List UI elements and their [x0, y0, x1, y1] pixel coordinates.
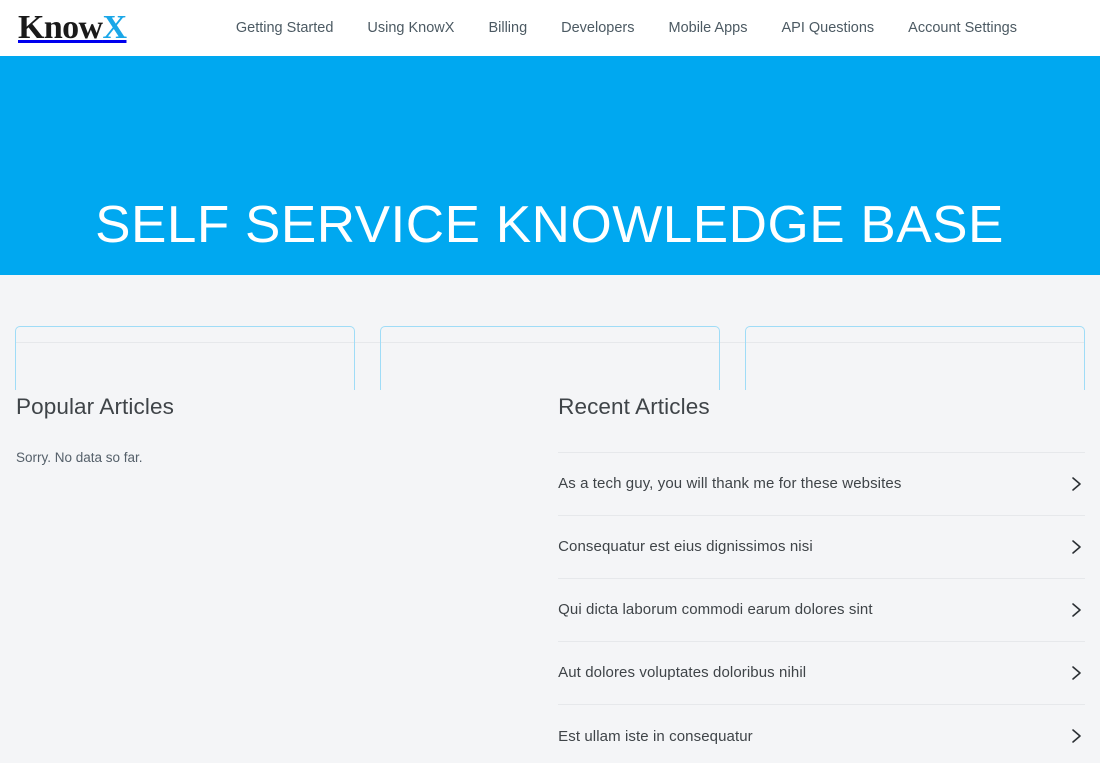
hero-banner: SELF SERVICE KNOWLEDGE BASE — [0, 56, 1100, 390]
feature-card-3-body — [746, 327, 1084, 390]
list-item[interactable]: Consequatur est eius dignissimos nisi — [558, 516, 1085, 579]
nav-item-mobile-apps[interactable]: Mobile Apps — [651, 14, 764, 42]
chevron-right-icon — [1067, 601, 1085, 619]
feature-card-1-body — [16, 327, 354, 390]
nav-item-api-questions[interactable]: API Questions — [764, 14, 891, 42]
main-content: Popular Articles Sorry. No data so far. … — [0, 394, 1100, 763]
brand-logo-primary: Know — [18, 9, 103, 46]
main-navigation: Getting Started Using KnowX Billing Deve… — [219, 14, 1084, 42]
article-title: Est ullam iste in consequatur — [558, 727, 753, 745]
popular-articles-empty-message: Sorry. No data so far. — [16, 449, 143, 465]
article-title: Consequatur est eius dignissimos nisi — [558, 538, 813, 555]
recent-articles-heading: Recent Articles — [558, 394, 710, 419]
nav-item-getting-started[interactable]: Getting Started — [219, 14, 351, 42]
brand-logo[interactable]: KnowX — [18, 9, 128, 46]
article-title: Aut dolores voluptates doloribus nihil — [558, 664, 807, 681]
nav-item-using-knowx[interactable]: Using KnowX — [350, 14, 471, 42]
brand-logo-accent: X — [102, 9, 128, 46]
recent-articles-list: As a tech guy, you will thank me for the… — [558, 451, 1085, 763]
list-item[interactable]: Aut dolores voluptates doloribus nihil — [558, 642, 1085, 705]
article-title: As a tech guy, you will thank me for the… — [558, 475, 902, 492]
site-header: KnowX Getting Started Using KnowX Billin… — [0, 0, 1100, 56]
chevron-right-icon — [1067, 664, 1085, 682]
chevron-right-icon — [1067, 538, 1085, 556]
chevron-right-icon — [1067, 475, 1085, 493]
list-item[interactable]: Est ullam iste in consequatur — [558, 705, 1085, 763]
nav-item-billing[interactable]: Billing — [471, 14, 544, 42]
popular-articles-section: Popular Articles Sorry. No data so far. — [16, 394, 558, 763]
chevron-right-icon — [1067, 727, 1085, 745]
feature-card-1[interactable] — [15, 326, 355, 390]
nav-item-developers[interactable]: Developers — [544, 14, 651, 42]
popular-articles-heading: Popular Articles — [16, 394, 174, 419]
recent-articles-section: Recent Articles As a tech guy, you will … — [558, 394, 1085, 763]
feature-card-2[interactable] — [380, 326, 720, 390]
list-item[interactable]: Qui dicta laborum commodi earum dolores … — [558, 579, 1085, 642]
feature-card-2-body — [381, 327, 719, 390]
nav-item-account-settings[interactable]: Account Settings — [891, 14, 1034, 42]
article-title: Qui dicta laborum commodi earum dolores … — [558, 601, 873, 618]
hero-title: SELF SERVICE KNOWLEDGE BASE — [95, 196, 1005, 254]
feature-card-3[interactable] — [745, 326, 1085, 390]
feature-cards-row — [0, 272, 1100, 390]
list-item[interactable]: As a tech guy, you will thank me for the… — [558, 453, 1085, 516]
